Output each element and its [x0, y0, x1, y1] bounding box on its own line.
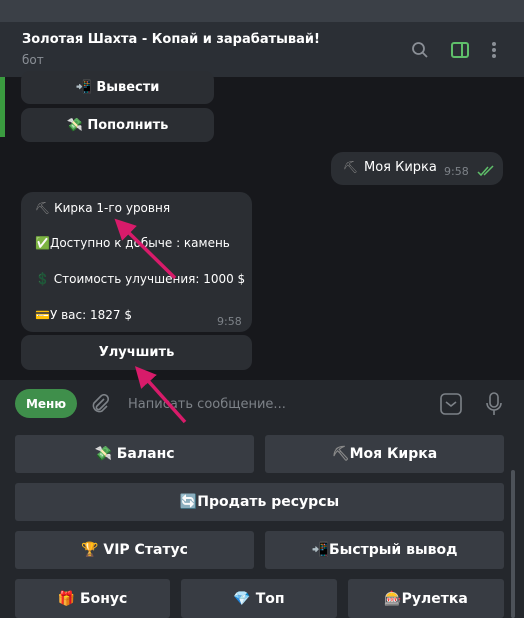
repeat-icon: 🔄 [179, 494, 198, 510]
chat-title: Золотая Шахта - Копай и зарабатывай! [22, 32, 320, 47]
button-label: Рулетка [401, 590, 468, 607]
double-check-icon [477, 162, 495, 181]
dollar-icon: 💲 [35, 272, 50, 286]
money-wings-icon: 💸 [94, 446, 112, 462]
inline-button-withdraw[interactable]: 📲 Вывести [21, 71, 214, 104]
message-text: Моя Кирка [364, 160, 437, 175]
button-label: Вывести [96, 80, 160, 95]
kb-button-top[interactable]: 💎 Топ [181, 579, 337, 618]
button-label: Топ [255, 590, 285, 607]
pick-icon: ⛏ [331, 446, 350, 462]
gem-icon: 💎 [233, 590, 251, 607]
button-label: Моя Кирка [349, 446, 438, 462]
kb-button-my-pick[interactable]: ⛏ Моя Кирка [265, 435, 504, 473]
inline-button-deposit[interactable]: 💸 Пополнить [21, 108, 214, 142]
kb-button-roulette[interactable]: 🎰 Рулетка [348, 579, 504, 618]
window-top-bar [0, 0, 524, 22]
slot-machine-icon: 🎰 [384, 590, 402, 607]
incoming-message: ⛏ Кирка 1-го уровня ✅Доступно к добыче :… [21, 192, 252, 332]
bot-keyboard-icon[interactable] [440, 393, 462, 419]
button-label: Улучшить [98, 345, 175, 360]
button-label: Пополнить [87, 117, 169, 133]
chat-header [0, 22, 524, 77]
kb-button-fast-withdraw[interactable]: 📲 Быстрый вывод [265, 531, 504, 569]
selection-indicator [0, 77, 5, 137]
pick-icon: ⛏ [35, 201, 51, 215]
kb-button-vip[interactable]: 🏆 VIP Статус [15, 531, 254, 569]
message-line: Стоимость улучшения: 1000 $ [53, 272, 246, 286]
gift-icon: 🎁 [57, 590, 76, 607]
button-label: Меню [25, 396, 67, 411]
attach-icon[interactable] [90, 393, 110, 418]
more-vertical-icon[interactable] [484, 40, 504, 60]
pick-icon: ⛏ [343, 160, 359, 174]
search-icon[interactable] [410, 40, 430, 60]
microphone-icon[interactable] [485, 392, 503, 420]
outgoing-message: ⛏ Моя Кирка 9:58 [331, 152, 503, 185]
kb-button-bonus[interactable]: 🎁 Бонус [15, 579, 170, 618]
kb-button-balance[interactable]: 💸 Баланс [15, 435, 254, 473]
message-time: 9:58 [444, 165, 469, 178]
button-label: Быстрый вывод [329, 542, 458, 558]
message-line: Доступно к добыче : камень [49, 236, 230, 250]
trophy-icon: 🏆 [81, 542, 99, 558]
kb-button-sell-resources[interactable]: 🔄 Продать ресурсы [15, 483, 504, 521]
sidebar-toggle-icon[interactable] [450, 40, 470, 60]
message-line: У вас: 1827 $ [49, 308, 132, 322]
phone-arrow-icon: 📲 [311, 542, 329, 558]
button-label: VIP Статус [103, 542, 188, 558]
button-label: Продать ресурсы [197, 494, 340, 510]
check-mark-icon: ✅ [35, 236, 50, 250]
button-label: Бонус [79, 590, 128, 607]
menu-button[interactable]: Меню [15, 389, 77, 418]
message-line: Кирка 1-го уровня [54, 201, 171, 215]
message-time: 9:58 [217, 315, 242, 328]
message-input[interactable]: Написать сообщение... [128, 397, 286, 412]
button-label: Баланс [116, 446, 175, 462]
phone-arrow-icon: 📲 [75, 80, 92, 95]
money-wings-icon: 💸 [66, 117, 83, 133]
chat-subtitle: бот [22, 53, 44, 67]
upgrade-button[interactable]: Улучшить [21, 335, 252, 370]
credit-card-icon: 💳 [35, 308, 50, 322]
keyboard-scrollbar[interactable] [511, 470, 515, 618]
